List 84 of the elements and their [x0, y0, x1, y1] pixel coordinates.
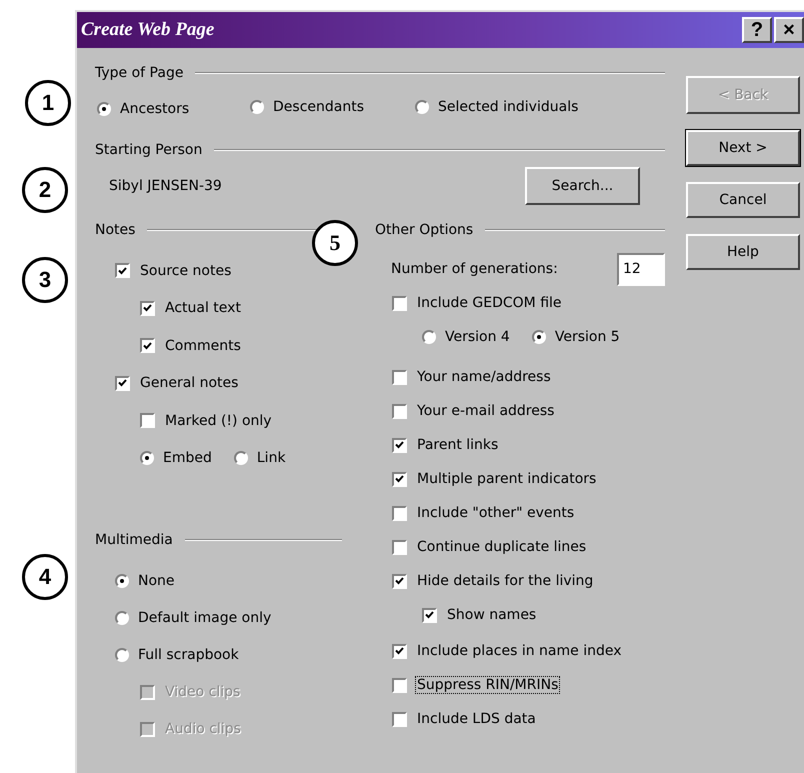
checkmark-icon [395, 647, 404, 655]
checkbox[interactable] [140, 413, 155, 428]
checkmark-icon [425, 611, 434, 619]
option-label: Marked (!) only [164, 412, 273, 429]
person-name: Sibyl JENSEN-39 [109, 178, 222, 194]
option-label: Link [256, 450, 286, 466]
checkbox[interactable] [140, 338, 155, 354]
option-label: Multiple parent indicators [416, 471, 598, 487]
option-label: Hide details for the living [416, 573, 594, 589]
callout-number: 2 [22, 167, 68, 213]
option-label: General notes [139, 375, 240, 392]
dialog-button[interactable]: Cancel [686, 182, 800, 218]
option-label: Include LDS data [416, 711, 537, 727]
option-label: Version 5 [554, 329, 620, 345]
checkmark-icon [395, 577, 404, 585]
radio-button[interactable] [250, 100, 264, 114]
checkmark-icon [143, 342, 152, 350]
window-title: Create Web Page [81, 19, 214, 41]
option-label: Default image only [138, 610, 272, 626]
radio-button[interactable] [234, 451, 248, 466]
section-title: Other Options [375, 222, 474, 238]
help-button[interactable]: ? [742, 17, 772, 43]
option-label: Your e-mail address [416, 403, 556, 419]
option-label: Comments [164, 338, 242, 354]
radio-button[interactable] [140, 451, 154, 466]
radio-button[interactable] [115, 574, 129, 588]
checkbox[interactable] [392, 472, 407, 486]
option-label: None [138, 572, 175, 589]
checkmark-icon [395, 475, 404, 483]
checkbox[interactable] [392, 438, 407, 452]
option-label: Include GEDCOM file [416, 295, 563, 311]
option-label: Actual text [164, 300, 242, 316]
callout-number: 1 [25, 80, 71, 126]
dialog-button[interactable]: Next > [686, 130, 800, 166]
option-label: Audio clips [164, 721, 242, 738]
checkbox[interactable] [422, 608, 437, 622]
section-title: Notes [95, 222, 136, 238]
search-button[interactable]: Search... [525, 166, 640, 204]
option-label: Ancestors [120, 101, 190, 117]
section-title: Type of Page [95, 65, 184, 81]
callout-number: 3 [22, 257, 68, 303]
callout-number: 4 [22, 554, 68, 600]
field-label: Number of generations: [391, 261, 558, 277]
checkbox[interactable] [392, 296, 407, 310]
option-label: Full scrapbook [138, 646, 239, 663]
checkbox[interactable] [392, 404, 407, 418]
radio-button[interactable] [422, 330, 436, 344]
checkbox[interactable] [392, 540, 407, 554]
checkmark-icon [143, 304, 152, 312]
checkbox[interactable] [392, 574, 407, 588]
option-label: Include "other" events [416, 505, 576, 521]
dialog-button[interactable]: Help [686, 234, 800, 270]
checkmark-icon [395, 441, 404, 449]
option-label: Suppress RIN/MRINs [416, 677, 560, 693]
checkmark-icon [118, 379, 127, 388]
checkbox[interactable] [115, 263, 130, 278]
option-label: Video clips [164, 684, 242, 700]
checkbox[interactable] [392, 644, 407, 658]
checkbox[interactable] [392, 370, 407, 384]
radio-button[interactable] [115, 610, 129, 625]
radio-button[interactable] [532, 330, 546, 344]
close-button[interactable]: × [774, 17, 804, 43]
checkbox[interactable] [392, 506, 407, 520]
checkbox[interactable] [140, 300, 155, 316]
checkbox[interactable] [392, 678, 407, 692]
radio-button[interactable] [97, 102, 111, 116]
option-label: Selected individuals [438, 98, 578, 114]
checkmark-icon [118, 266, 127, 275]
option-label: Continue duplicate lines [416, 539, 588, 555]
radio-button[interactable] [415, 100, 429, 114]
option-label: Parent links [416, 437, 500, 453]
section-title: Starting Person [95, 142, 202, 158]
section-title: Multimedia [95, 532, 173, 548]
checkbox[interactable] [115, 376, 130, 391]
generations-field[interactable]: 12 [617, 252, 665, 286]
option-label: Source notes [139, 262, 232, 279]
option-label: Descendants [273, 98, 364, 114]
checkbox[interactable] [392, 712, 407, 726]
option-label: Your name/address [416, 369, 552, 385]
option-label: Show names [446, 607, 538, 623]
option-label: Version 4 [445, 329, 510, 345]
radio-button[interactable] [115, 648, 129, 662]
option-label: Embed [163, 450, 212, 466]
option-label: Include places in name index [416, 643, 622, 659]
